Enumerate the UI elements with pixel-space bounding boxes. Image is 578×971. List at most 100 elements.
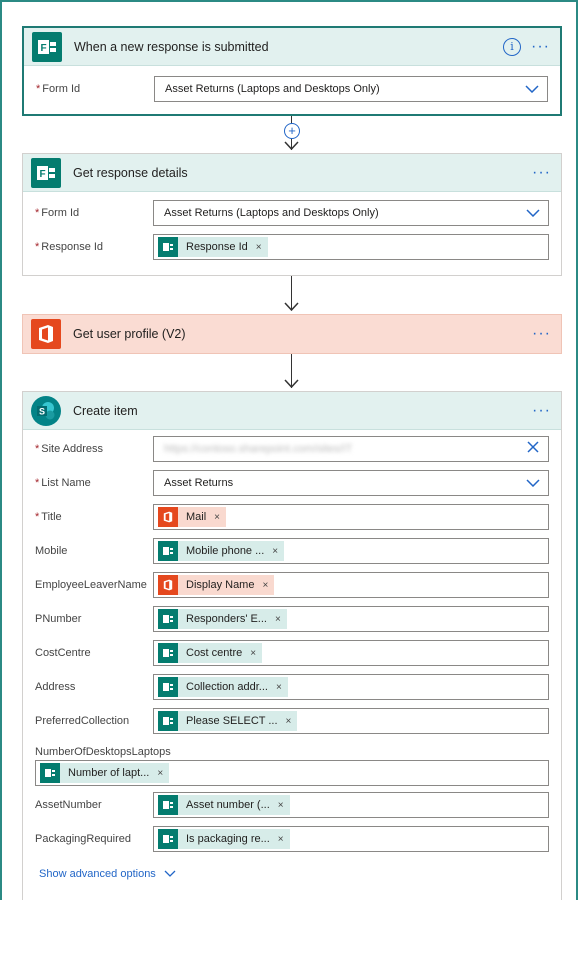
dynamic-token[interactable]: Number of lapt... × — [40, 763, 170, 783]
forms-icon — [158, 237, 178, 257]
dynamic-token[interactable]: Response Id × — [158, 237, 268, 257]
number-row: NumberOfDesktopsLaptops Number of lapt..… — [35, 738, 549, 786]
create-item-card[interactable]: S Create item ··· * Site Address https://… — [22, 391, 562, 911]
chevron-down-icon[interactable] — [522, 209, 544, 217]
forms-icon — [158, 541, 178, 561]
site-address-field[interactable]: https://contoso.sharepoint.com/sites/IT — [153, 436, 549, 462]
trigger-card[interactable]: F When a new response is submitted i ···… — [22, 26, 562, 116]
get-response-header[interactable]: F Get response details ··· — [23, 154, 561, 192]
dynamic-token[interactable]: Display Name × — [158, 575, 275, 595]
arrow-down-icon — [284, 302, 299, 312]
form-id-row: * Form Id Asset Returns (Laptops and Desk… — [35, 196, 549, 230]
forms-icon — [158, 643, 178, 663]
dynamic-token[interactable]: Cost centre × — [158, 643, 263, 663]
packaging-input[interactable]: Is packaging re... × — [153, 826, 549, 852]
dynamic-token[interactable]: Asset number (... × — [158, 795, 290, 815]
number-input[interactable]: Number of lapt... × — [35, 760, 549, 786]
more-options-button[interactable]: ··· — [532, 326, 551, 342]
forms-icon — [40, 763, 60, 783]
remove-token-icon[interactable]: × — [256, 242, 262, 253]
office-icon — [31, 319, 61, 349]
costcentre-input[interactable]: Cost centre × — [153, 640, 549, 666]
get-profile-title: Get user profile (V2) — [73, 327, 186, 341]
packaging-row: PackagingRequired Is packaging re... × — [35, 822, 549, 856]
title-input[interactable]: Mail × — [153, 504, 549, 530]
arrow-down-icon — [284, 141, 299, 151]
leaver-name-input[interactable]: Display Name × — [153, 572, 549, 598]
asset-number-input[interactable]: Asset number (... × — [153, 792, 549, 818]
costcentre-row: CostCentre Cost centre × — [35, 636, 549, 670]
get-profile-header[interactable]: Get user profile (V2) ··· — [23, 315, 561, 353]
address-row: Address Collection addr... × — [35, 670, 549, 704]
svg-text:F: F — [40, 169, 46, 180]
chevron-down-icon[interactable] — [522, 479, 544, 487]
remove-token-icon[interactable]: × — [214, 512, 220, 523]
remove-token-icon[interactable]: × — [276, 682, 282, 693]
form-id-label: * Form Id — [36, 83, 81, 95]
remove-token-icon[interactable]: × — [278, 800, 284, 811]
forms-icon — [158, 795, 178, 815]
chevron-down-icon[interactable] — [521, 85, 543, 93]
preferred-collection-input[interactable]: Please SELECT ... × — [153, 708, 549, 734]
dynamic-token[interactable]: Please SELECT ... × — [158, 711, 298, 731]
trigger-header[interactable]: F When a new response is submitted i ··· — [24, 28, 560, 66]
page-bottom — [0, 900, 578, 971]
dynamic-token[interactable]: Mail × — [158, 507, 227, 527]
packaging-label: PackagingRequired — [35, 833, 132, 845]
list-name-row: * List Name Asset Returns — [35, 466, 549, 500]
form-id-dropdown[interactable]: Asset Returns (Laptops and Desktops Only… — [154, 76, 548, 102]
show-advanced-options-link[interactable]: Show advanced options — [39, 868, 549, 880]
forms-icon — [158, 829, 178, 849]
remove-token-icon[interactable]: × — [272, 546, 278, 557]
forms-icon: F — [32, 31, 62, 62]
address-label: Address — [35, 681, 76, 693]
insert-step-button[interactable]: + — [284, 123, 300, 139]
remove-token-icon[interactable]: × — [262, 580, 268, 591]
remove-token-icon[interactable]: × — [250, 648, 256, 659]
mobile-input[interactable]: Mobile phone ... × — [153, 538, 549, 564]
dynamic-token[interactable]: Responders' E... × — [158, 609, 287, 629]
trigger-title: When a new response is submitted — [74, 39, 269, 54]
svg-text:S: S — [39, 406, 45, 416]
forms-icon — [158, 711, 178, 731]
dynamic-token[interactable]: Mobile phone ... × — [158, 541, 285, 561]
site-address-label: * Site Address — [35, 443, 104, 455]
title-label: * Title — [35, 511, 62, 523]
list-name-dropdown[interactable]: Asset Returns — [153, 470, 549, 496]
leaver-name-label: EmployeeLeaverName — [35, 579, 147, 591]
costcentre-label: CostCentre — [35, 647, 91, 659]
remove-token-icon[interactable]: × — [286, 716, 292, 727]
dynamic-token[interactable]: Is packaging re... × — [158, 829, 290, 849]
get-profile-card[interactable]: Get user profile (V2) ··· — [22, 314, 562, 354]
remove-token-icon[interactable]: × — [275, 614, 281, 625]
forms-icon: F — [31, 157, 61, 188]
mobile-label: Mobile — [35, 545, 68, 557]
title-row: * Title Mail × — [35, 500, 549, 534]
dynamic-token[interactable]: Collection addr... × — [158, 677, 288, 697]
forms-icon — [158, 677, 178, 697]
info-icon[interactable]: i — [503, 37, 522, 56]
more-options-button[interactable]: ··· — [532, 402, 551, 418]
get-response-card[interactable]: F Get response details ··· * Form Id Asse… — [22, 153, 562, 276]
leaver-name-row: EmployeeLeaverName Display Name × — [35, 568, 549, 602]
create-item-header[interactable]: S Create item ··· — [23, 392, 561, 430]
pnumber-row: PNumber Responders' E... × — [35, 602, 549, 636]
list-name-label: * List Name — [35, 477, 91, 489]
sharepoint-icon: S — [31, 395, 61, 426]
more-options-button[interactable]: ··· — [532, 164, 551, 180]
remove-token-icon[interactable]: × — [278, 834, 284, 845]
close-icon[interactable] — [522, 440, 544, 458]
more-options-button[interactable]: ··· — [531, 38, 550, 54]
remove-token-icon[interactable]: × — [157, 768, 163, 779]
pnumber-input[interactable]: Responders' E... × — [153, 606, 549, 632]
form-id-dropdown[interactable]: Asset Returns (Laptops and Desktops Only… — [153, 200, 549, 226]
svg-text:F: F — [41, 43, 47, 54]
arrow-down-icon — [284, 379, 299, 389]
form-id-label: * Form Id — [35, 207, 80, 219]
asset-number-row: AssetNumber Asset number (... × — [35, 788, 549, 822]
asset-number-label: AssetNumber — [35, 799, 102, 811]
address-input[interactable]: Collection addr... × — [153, 674, 549, 700]
get-response-title: Get response details — [73, 165, 188, 180]
preferred-collection-row: PreferredCollection Please SELECT ... × — [35, 704, 549, 738]
response-id-input[interactable]: Response Id × — [153, 234, 549, 260]
